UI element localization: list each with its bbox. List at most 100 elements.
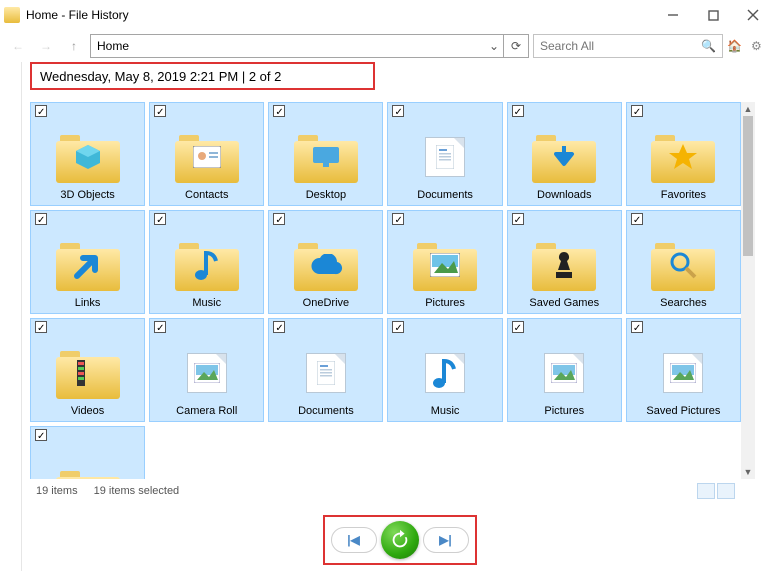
folder-item[interactable]: Saved Games (507, 210, 622, 314)
minimize-button[interactable] (653, 1, 693, 29)
back-button[interactable]: ← (6, 34, 30, 58)
item-checkbox[interactable] (154, 105, 166, 117)
toolbar: ← → ↑ ⌄ ⟳ 🔍 🏠 ⚙ (0, 30, 777, 62)
item-checkbox[interactable] (631, 105, 643, 117)
cube-icon (56, 131, 120, 183)
photofile-icon (175, 347, 239, 399)
previous-version-button[interactable]: |◀ (331, 527, 377, 553)
item-count: 19 items (36, 485, 78, 497)
folder-item[interactable]: Favorites (626, 102, 741, 206)
down-icon (532, 131, 596, 183)
up-button[interactable]: ↑ (62, 34, 86, 58)
folder-item[interactable]: OneDrive (268, 210, 383, 314)
item-checkbox[interactable] (512, 105, 524, 117)
doc-icon (294, 347, 358, 399)
scroll-down-icon[interactable]: ▼ (741, 465, 755, 479)
folder-item[interactable]: Contacts (149, 102, 264, 206)
note-icon (413, 347, 477, 399)
selected-count: 19 items selected (94, 485, 180, 497)
item-label: Pictures (544, 405, 584, 417)
home-icon[interactable]: 🏠 (727, 39, 747, 53)
contact-icon (175, 131, 239, 183)
folder-item[interactable]: Pictures (387, 210, 502, 314)
folder-item[interactable]: Desktop (268, 102, 383, 206)
content-pane: Wednesday, May 8, 2019 2:21 PM | 2 of 2 … (22, 62, 777, 571)
scroll-thumb[interactable] (743, 116, 753, 256)
item-checkbox[interactable] (273, 105, 285, 117)
item-checkbox[interactable] (35, 321, 47, 333)
folder-item[interactable]: Documents (268, 318, 383, 422)
film-icon (56, 347, 120, 399)
restore-button[interactable] (381, 521, 419, 559)
search-input[interactable] (540, 39, 701, 53)
photofile-icon (651, 347, 715, 399)
item-checkbox[interactable] (154, 213, 166, 225)
folder-item[interactable]: Music (387, 318, 502, 422)
item-label: Desktop (306, 189, 346, 201)
search-icon: 🔍 (701, 39, 716, 53)
forward-button[interactable]: → (34, 34, 58, 58)
link-icon (56, 239, 120, 291)
folder-item[interactable]: Documents (387, 102, 502, 206)
folder-item[interactable]: Music (149, 210, 264, 314)
item-checkbox[interactable] (35, 105, 47, 117)
item-label: 3D Objects (60, 189, 114, 201)
item-label: Music (192, 297, 221, 309)
settings-icon[interactable]: ⚙ (751, 39, 771, 53)
next-version-button[interactable]: ▶| (423, 527, 469, 553)
item-label: Links (75, 297, 101, 309)
item-checkbox[interactable] (273, 321, 285, 333)
item-checkbox[interactable] (631, 213, 643, 225)
search-box[interactable]: 🔍 (533, 34, 723, 58)
items-grid: 3D Objects Contacts Desktop Documents Do… (30, 102, 741, 479)
refresh-button[interactable]: ⟳ (503, 34, 529, 58)
item-label: Pictures (425, 297, 465, 309)
item-checkbox[interactable] (35, 429, 47, 441)
folder-item[interactable]: Links (30, 210, 145, 314)
star-icon (651, 131, 715, 183)
address-input[interactable] (90, 34, 485, 58)
item-label: Music (431, 405, 460, 417)
doc-icon (413, 131, 477, 183)
desktop-icon (294, 131, 358, 183)
item-checkbox[interactable] (512, 321, 524, 333)
item-checkbox[interactable] (273, 213, 285, 225)
status-bar: 19 items 19 items selected (30, 481, 741, 501)
note-icon (175, 239, 239, 291)
view-icons-button[interactable] (717, 483, 735, 499)
folder-item[interactable]: Downloads (507, 102, 622, 206)
item-checkbox[interactable] (392, 213, 404, 225)
item-label: Camera Roll (176, 405, 237, 417)
item-checkbox[interactable] (35, 213, 47, 225)
item-checkbox[interactable] (631, 321, 643, 333)
photofile-icon (532, 347, 596, 399)
window-title: Home - File History (26, 8, 653, 22)
items-frame: 3D Objects Contacts Desktop Documents Do… (30, 102, 769, 501)
folder-item[interactable]: Pictures (507, 318, 622, 422)
item-label: Downloads (537, 189, 591, 201)
folder-item[interactable]: Camera Roll (149, 318, 264, 422)
view-details-button[interactable] (697, 483, 715, 499)
item-label: Documents (298, 405, 354, 417)
item-checkbox[interactable] (392, 321, 404, 333)
item-label: Searches (660, 297, 706, 309)
folder-item[interactable]: Saved Pictures (626, 318, 741, 422)
maximize-button[interactable] (693, 1, 733, 29)
folder-item[interactable]: 3D Objects (30, 102, 145, 206)
film-icon (56, 467, 120, 479)
mag-icon (651, 239, 715, 291)
close-button[interactable] (733, 1, 773, 29)
item-checkbox[interactable] (154, 321, 166, 333)
folder-item[interactable]: Videos (30, 318, 145, 422)
item-checkbox[interactable] (392, 105, 404, 117)
folder-item[interactable]: Searches (626, 210, 741, 314)
item-label: Videos (71, 405, 104, 417)
item-label: Contacts (185, 189, 228, 201)
scroll-up-icon[interactable]: ▲ (741, 102, 755, 116)
folder-item[interactable] (30, 426, 145, 479)
scrollbar[interactable]: ▲ ▼ (741, 102, 755, 479)
item-checkbox[interactable] (512, 213, 524, 225)
address-dropdown-icon[interactable]: ⌄ (485, 34, 503, 58)
version-timestamp-text: Wednesday, May 8, 2019 2:21 PM | 2 of 2 (40, 69, 281, 84)
photo-icon (413, 239, 477, 291)
